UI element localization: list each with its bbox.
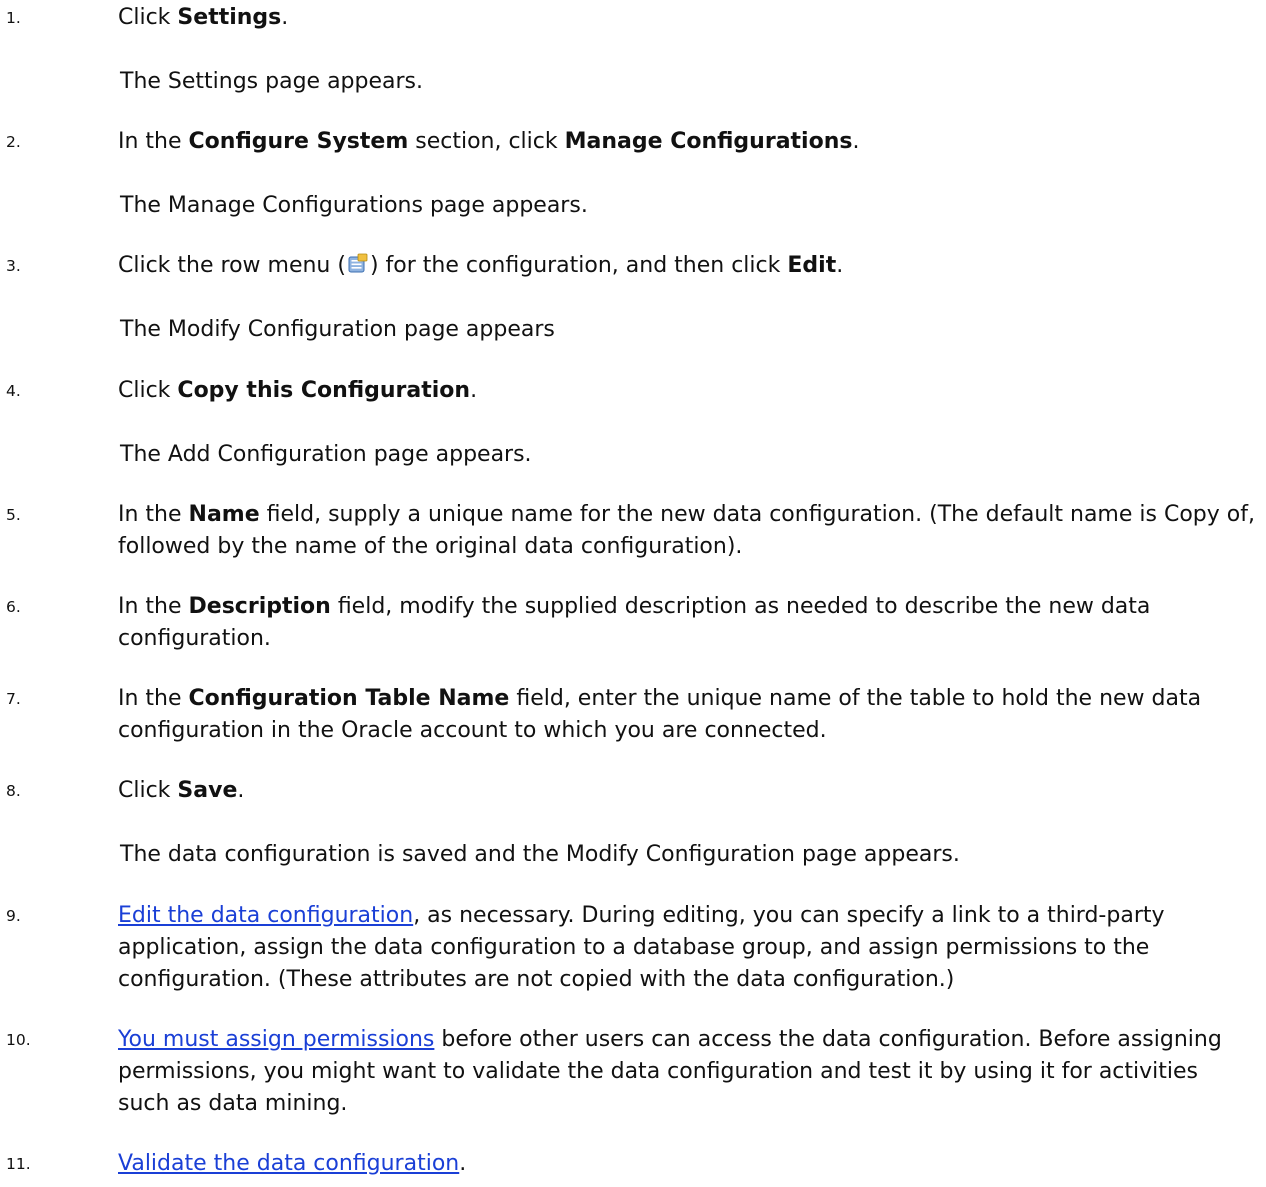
- validate-data-configuration-link[interactable]: Validate the data configuration: [118, 1151, 459, 1176]
- instruction-text: ) for the configuration, and then click: [369, 253, 788, 279]
- ui-term-copy-this-configuration: Copy this Configuration: [177, 377, 471, 403]
- procedure-page: 1. Click Settings. The Settings page app…: [0, 0, 1266, 1187]
- step-result: The data configuration is saved and the …: [120, 842, 960, 868]
- step-body: Click Copy this Configuration. The Add C…: [118, 375, 1256, 471]
- step-number: 9.: [6, 906, 21, 925]
- step-body: In the Configuration Table Name field, e…: [118, 683, 1256, 747]
- edit-data-configuration-link[interactable]: Edit the data configuration: [118, 903, 413, 928]
- instruction-text: .: [852, 129, 860, 155]
- step-body: In the Configure System section, click M…: [118, 126, 1256, 222]
- instruction-text: .: [237, 778, 245, 804]
- step-body: Click the row menu ( ) for the configurat…: [118, 250, 1256, 346]
- row-menu-icon: [347, 253, 369, 275]
- ui-term-settings: Settings: [177, 5, 282, 30]
- instruction-text: Click the row menu (: [118, 253, 346, 279]
- step-instruction: Click Settings.: [118, 2, 1256, 34]
- assign-permissions-link[interactable]: You must assign permissions: [118, 1027, 434, 1052]
- instruction-text: .: [836, 253, 844, 279]
- step-instruction: In the Configure System section, click M…: [118, 126, 1256, 158]
- ui-term-description: Description: [188, 594, 331, 619]
- instruction-text: Click: [118, 377, 178, 403]
- ui-term-save: Save: [177, 778, 238, 804]
- step-body: Click Settings. The Settings page appear…: [118, 2, 1256, 98]
- step-body: You must assign permissions before other…: [118, 1024, 1256, 1120]
- step-instruction: Validate the data configuration.: [118, 1148, 1256, 1180]
- instruction-text: section, click: [408, 129, 565, 155]
- instruction-text: .: [459, 1151, 467, 1176]
- step-result: The Modify Configuration page appears: [120, 317, 555, 343]
- step-result: The Settings page appears.: [120, 69, 424, 94]
- step-instruction: You must assign permissions before other…: [118, 1024, 1256, 1120]
- ui-term-configure-system: Configure System: [188, 129, 409, 155]
- instruction-text: In the: [118, 594, 189, 619]
- step-instruction: In the Configuration Table Name field, e…: [118, 683, 1256, 747]
- step-number: 3.: [6, 257, 21, 276]
- instruction-text: In the: [118, 501, 189, 527]
- step-number: 1.: [6, 9, 21, 27]
- step-body: Click Save. The data configuration is sa…: [118, 775, 1256, 871]
- step-number: 4.: [6, 381, 21, 400]
- step-body: In the Description field, modify the sup…: [118, 591, 1256, 655]
- step-instruction: Click Save.: [118, 775, 1256, 807]
- step-number: 2.: [6, 133, 21, 152]
- step-instruction: Click the row menu ( ) for the configurat…: [118, 250, 1256, 282]
- ui-term-configuration-table-name: Configuration Table Name: [188, 686, 510, 712]
- step-number: 6.: [6, 598, 21, 616]
- step-number: 5.: [6, 505, 21, 524]
- instruction-text: .: [470, 377, 478, 403]
- instruction-text: Click: [118, 5, 178, 30]
- instruction-text: field, supply a unique name for the new …: [118, 501, 1255, 559]
- step-number: 10.: [6, 1030, 31, 1049]
- ui-term-name: Name: [188, 501, 260, 527]
- instruction-text: Click: [118, 778, 178, 804]
- instruction-text: .: [281, 5, 289, 30]
- step-body: Validate the data configuration.: [118, 1148, 1256, 1180]
- instruction-text: In the: [118, 686, 189, 712]
- step-result: The Add Configuration page appears.: [120, 441, 532, 467]
- step-number: 7.: [6, 690, 21, 709]
- ui-term-manage-configurations: Manage Configurations: [564, 129, 853, 155]
- step-instruction: Click Copy this Configuration.: [118, 375, 1256, 407]
- step-instruction: Edit the data configuration, as necessar…: [118, 900, 1256, 996]
- step-instruction: In the Name field, supply a unique name …: [118, 499, 1256, 563]
- step-result: The Manage Configurations page appears.: [120, 193, 588, 219]
- instruction-text: In the: [118, 129, 189, 155]
- ui-term-edit: Edit: [787, 253, 837, 279]
- step-body: Edit the data configuration, as necessar…: [118, 900, 1256, 996]
- step-number: 8.: [6, 782, 21, 801]
- step-instruction: In the Description field, modify the sup…: [118, 591, 1256, 655]
- step-body: In the Name field, supply a unique name …: [118, 499, 1256, 563]
- step-number: 11.: [6, 1155, 31, 1173]
